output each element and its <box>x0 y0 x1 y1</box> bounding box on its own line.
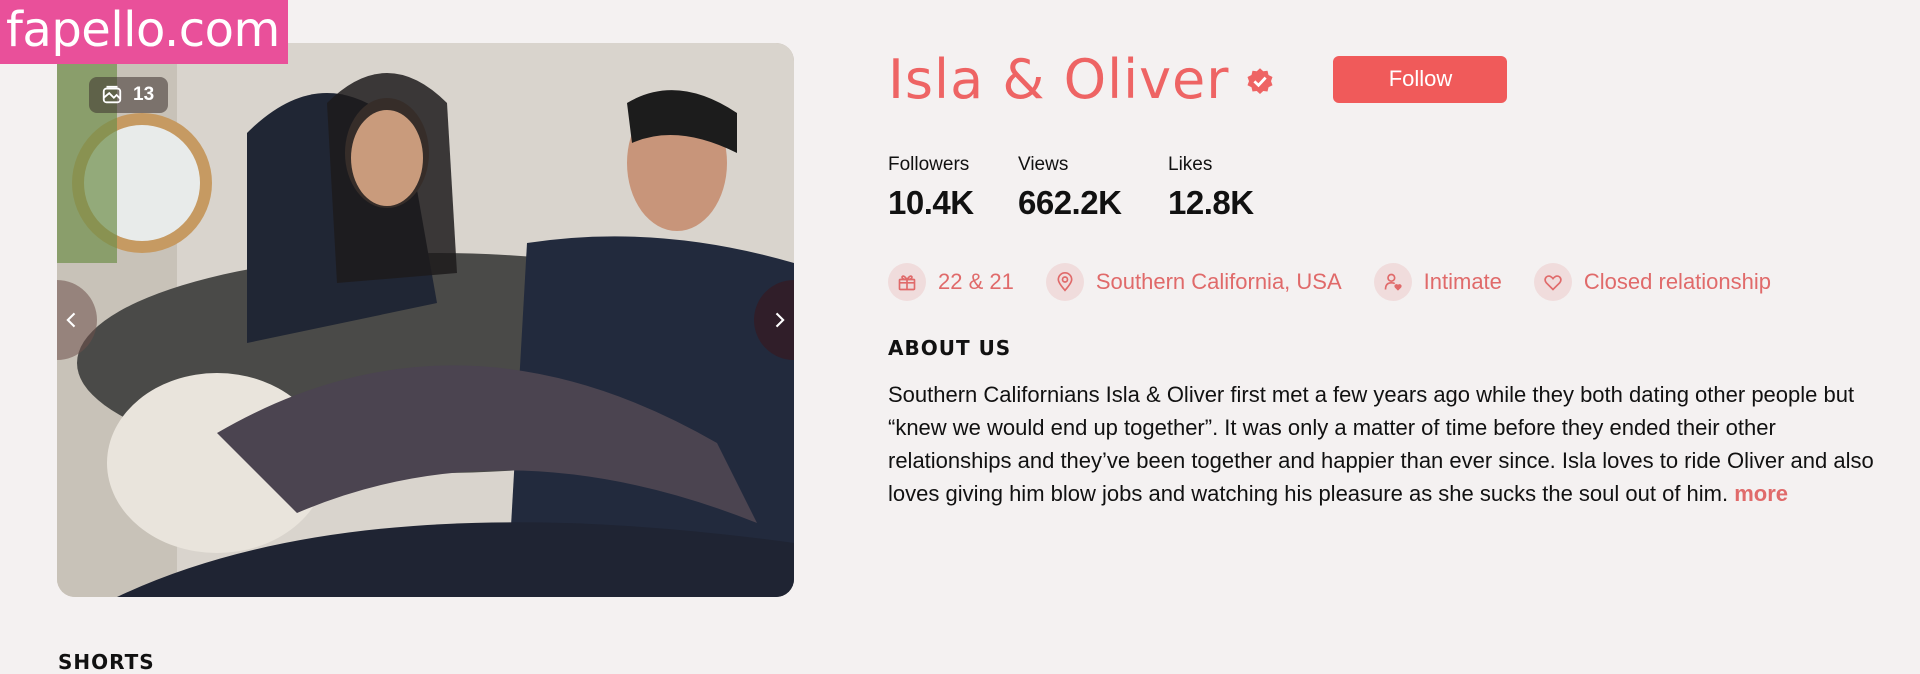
profile-name: Isla & Oliver <box>888 47 1230 111</box>
image-count-badge: 13 <box>89 77 169 113</box>
gallery-icon <box>102 85 122 104</box>
stat-value: 662.2K <box>1018 184 1122 221</box>
watermark-logo: fapello.com <box>0 0 288 64</box>
user-heart-icon <box>1373 263 1412 301</box>
stat-value: 12.8K <box>1168 184 1254 221</box>
chevron-left-icon <box>66 312 76 328</box>
image-count: 13 <box>133 84 155 105</box>
tag-location-text: Southern California, USA <box>1095 269 1342 294</box>
gallery-photo <box>57 43 794 597</box>
stat-followers: Followers 10.4K <box>888 154 975 222</box>
photo-gallery[interactable]: 13 <box>57 43 794 597</box>
about-heading: ABOUT US <box>888 336 1012 360</box>
chevron-right-icon <box>775 312 785 328</box>
stat-label: Likes <box>1168 154 1213 175</box>
name-row: Isla & Oliver Follow <box>888 40 1888 118</box>
shorts-heading: SHORTS <box>58 650 155 674</box>
tag-intimacy-text: Intimate <box>1423 269 1502 294</box>
stat-label: Followers <box>888 154 970 175</box>
tag-age-text: 22 & 21 <box>938 269 1014 294</box>
tag-relationship-text: Closed relationship <box>1583 269 1772 294</box>
stat-label: Views <box>1018 154 1069 175</box>
follow-button[interactable]: Follow <box>1333 55 1508 103</box>
about-body: Southern Californians Isla & Oliver firs… <box>888 382 1874 506</box>
tag-age: 22 & 21 <box>888 263 1014 301</box>
verified-badge-icon <box>1247 68 1273 94</box>
stat-views: Views 662.2K <box>1018 154 1125 222</box>
gift-icon <box>888 263 926 301</box>
tag-relationship: Closed relationship <box>1533 263 1772 301</box>
tag-intimacy: Intimate <box>1373 263 1502 301</box>
stat-value: 10.4K <box>888 184 974 221</box>
profile-panel: Isla & Oliver Follow Followers 10.4K Vie… <box>888 40 1888 510</box>
more-link[interactable]: more <box>1734 481 1788 506</box>
stat-likes: Likes 12.8K <box>1168 154 1254 222</box>
tag-location: Southern California, USA <box>1045 263 1342 301</box>
location-pin-icon <box>1045 263 1084 301</box>
stats-row: Followers 10.4K Views 662.2K Likes 12.8K <box>888 154 1888 222</box>
profile-tags: 22 & 21 Southern California, USA Intimat… <box>888 262 1888 302</box>
about-text: Southern Californians Isla & Oliver firs… <box>888 378 1888 510</box>
heart-icon <box>1533 263 1572 301</box>
